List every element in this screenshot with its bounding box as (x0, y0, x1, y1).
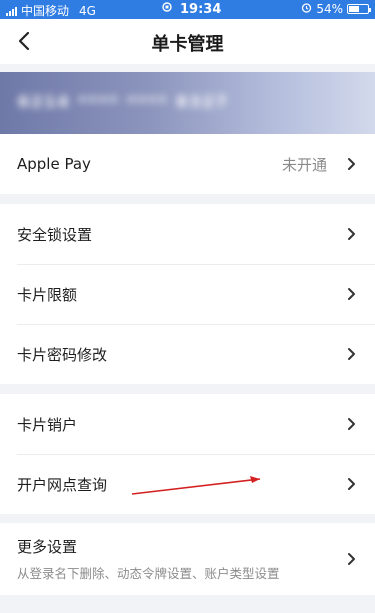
chevron-right-icon (345, 286, 357, 302)
row-card-password[interactable]: 卡片密码修改 (0, 324, 375, 384)
security-group: 安全锁设置 卡片限额 卡片密码修改 (0, 204, 375, 384)
apple-pay-label: Apple Pay (17, 155, 91, 173)
carrier-label: 中国移动 (21, 4, 70, 18)
signal-icon (6, 6, 17, 16)
account-group: 卡片销户 开户网点查询 (0, 394, 375, 514)
row-card-limit[interactable]: 卡片限额 (0, 264, 375, 324)
apple-pay-group: Apple Pay 未开通 (0, 134, 375, 194)
apple-pay-status: 未开通 (281, 155, 327, 174)
apple-pay-row[interactable]: Apple Pay 未开通 (0, 134, 375, 194)
more-label: 更多设置 (17, 538, 78, 556)
row-label: 卡片限额 (17, 285, 78, 304)
more-sub: 从登录名下删除、动态令牌设置、账户类型设置 (17, 566, 280, 581)
row-more-settings[interactable]: 更多设置 从登录名下删除、动态令牌设置、账户类型设置 (0, 523, 375, 595)
row-label: 开户网点查询 (17, 475, 108, 494)
status-right: 54% (301, 2, 371, 16)
chevron-right-icon (345, 346, 357, 362)
chevron-right-icon (345, 551, 357, 567)
lock-rotation-icon (160, 1, 174, 17)
row-label: 卡片销户 (17, 415, 78, 434)
chevron-right-icon (345, 416, 357, 432)
card-banner: 6214 **** **** 8327 (0, 72, 375, 134)
battery-fill (349, 6, 359, 12)
card-number: 6214 **** **** 8327 (18, 92, 229, 111)
row-label: 安全锁设置 (17, 225, 93, 244)
nav-bar: 单卡管理 (0, 19, 375, 64)
status-bar: 中国移动 4G 19:34 54% (0, 0, 375, 19)
battery-percent: 54% (316, 2, 343, 16)
more-text: 更多设置 从登录名下删除、动态令牌设置、账户类型设置 (17, 536, 280, 582)
network-label: 4G (79, 3, 96, 18)
battery-icon (347, 4, 371, 14)
status-center: 19:34 (160, 1, 221, 17)
status-left: 中国移动 4G (6, 2, 96, 19)
chevron-right-icon (345, 476, 357, 492)
time-label: 19:34 (180, 1, 222, 17)
row-branch-query[interactable]: 开户网点查询 (0, 454, 375, 514)
row-label: 卡片密码修改 (17, 345, 108, 364)
page-title: 单卡管理 (151, 34, 224, 55)
more-group: 更多设置 从登录名下删除、动态令牌设置、账户类型设置 (0, 523, 375, 595)
row-security-lock[interactable]: 安全锁设置 (0, 204, 375, 264)
chevron-right-icon (345, 226, 357, 242)
alarm-icon (301, 2, 312, 16)
row-card-cancel[interactable]: 卡片销户 (0, 394, 375, 454)
chevron-right-icon (345, 156, 357, 172)
